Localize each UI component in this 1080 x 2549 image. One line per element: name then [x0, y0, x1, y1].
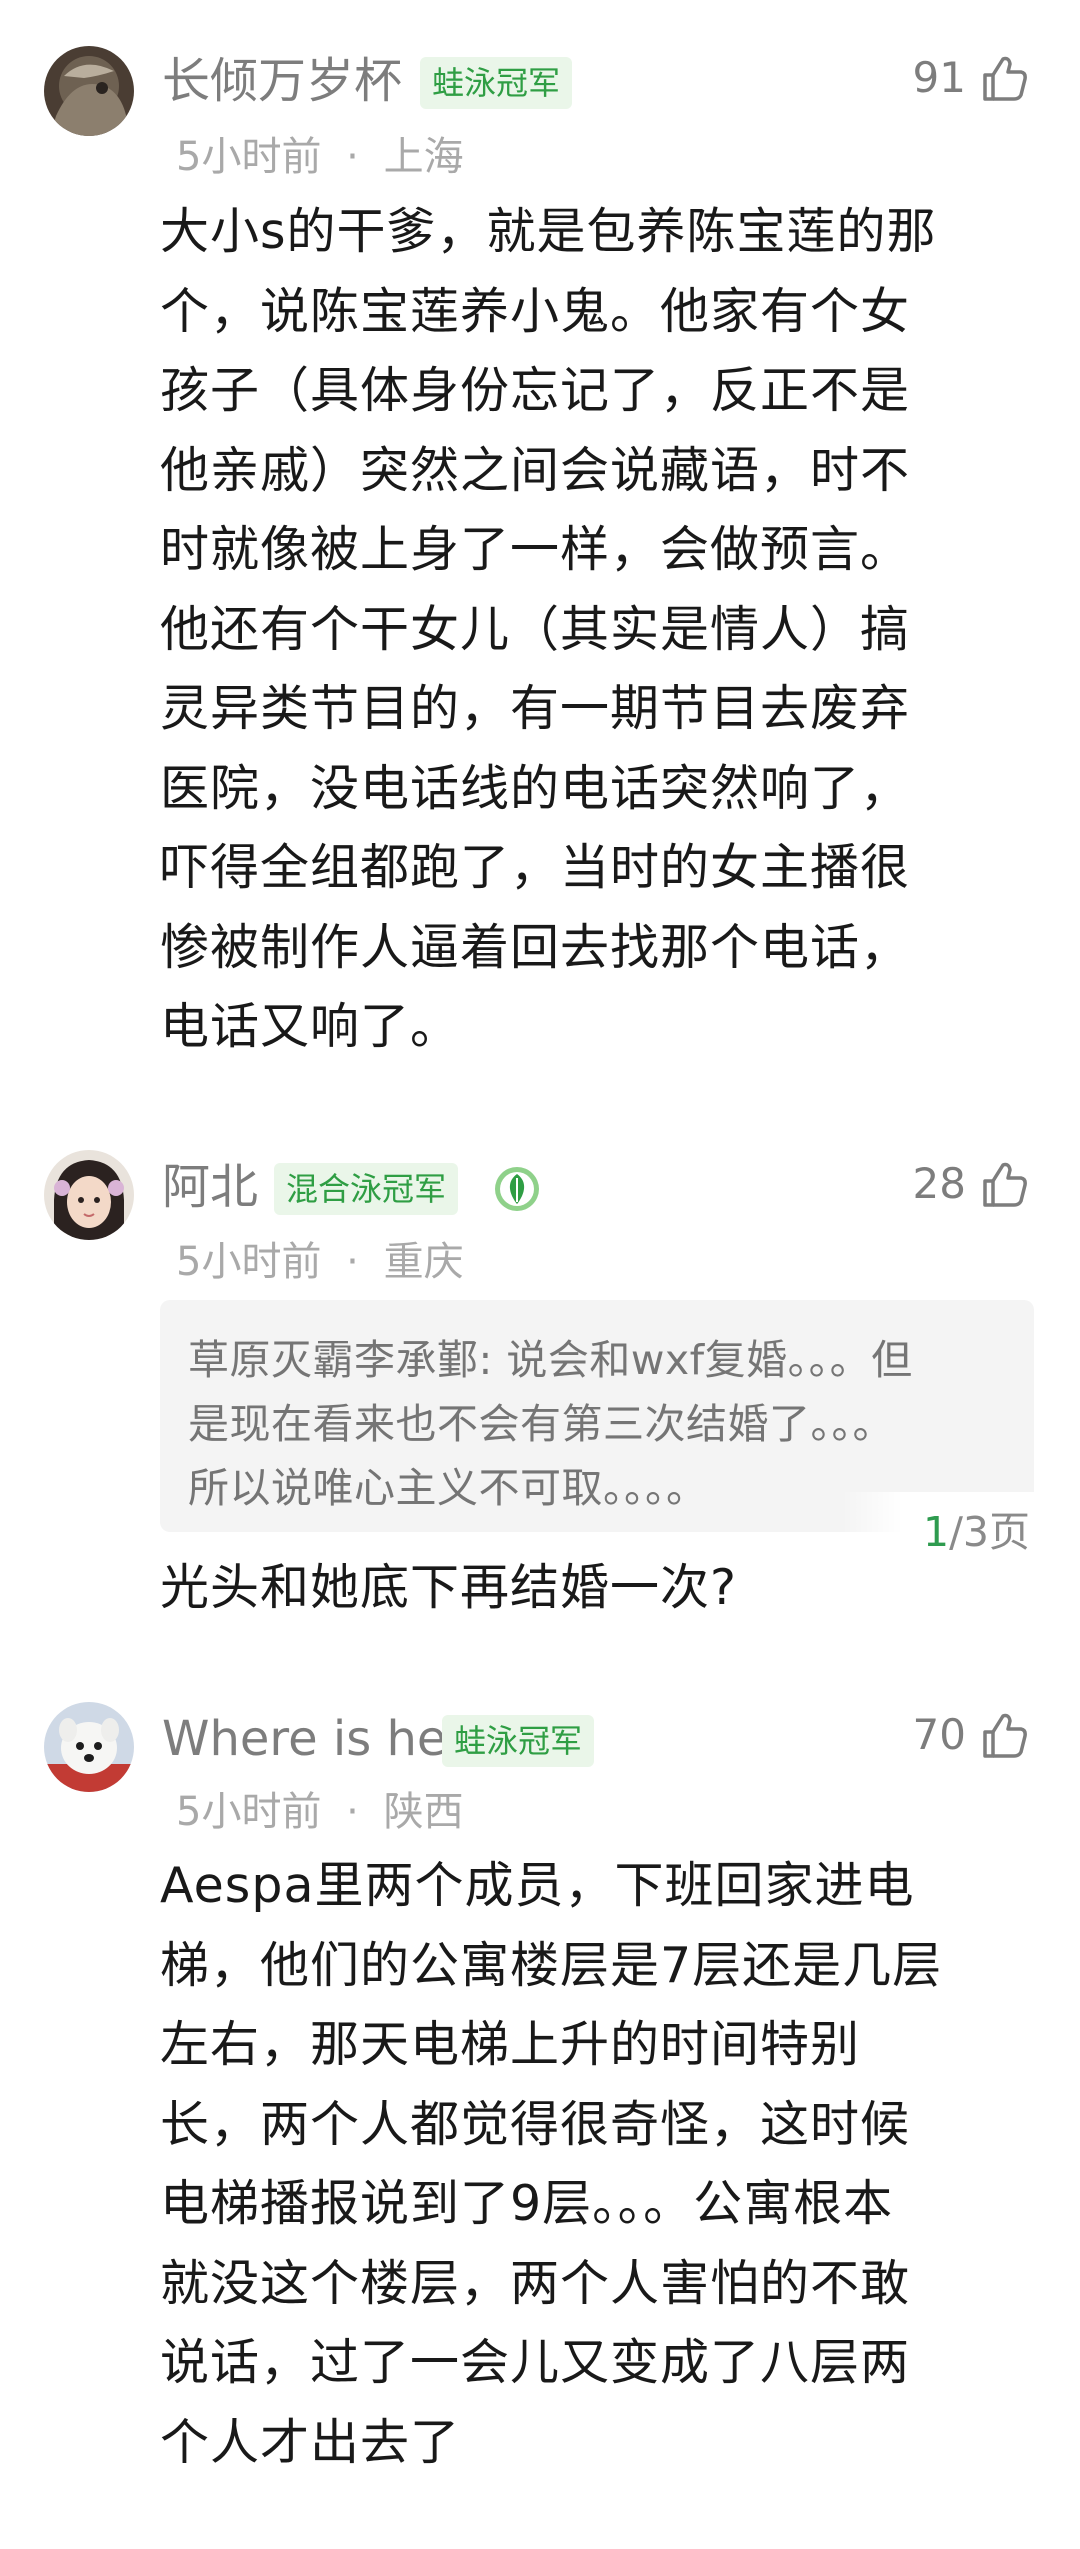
body-line: 吓得全组都跑了，当时的女主播很	[160, 839, 911, 896]
avatar[interactable]	[44, 1702, 134, 1792]
comment-time: 5小时前	[176, 1789, 322, 1835]
body-line: 孩子（具体身份忘记了，反正不是	[160, 362, 911, 419]
body-line: 他还有个干女儿（其实是情人）搞	[160, 600, 911, 658]
quote-line: 草原灭霸李承鄞: 说会和wxf复婚。。。但	[188, 1336, 913, 1384]
body-line: 左右，那天电梯上升的时间特别	[160, 2016, 861, 2073]
body-line: 长，两个人都觉得很奇怪，这时候	[160, 2095, 911, 2153]
blur-overlay	[470, 1238, 680, 1286]
comment-meta: 5小时前 · 重庆	[176, 1242, 464, 1282]
meta-separator: ·	[346, 1239, 359, 1285]
comment-location: 上海	[383, 134, 464, 180]
body-line: 个人才出去了	[160, 2413, 461, 2471]
body-line: 光头和她底下再结婚一次?	[160, 1559, 738, 1616]
meta-separator: ·	[346, 1789, 359, 1835]
like-button[interactable]: 91	[913, 51, 1030, 105]
body-line: 惨被制作人逼着回去找那个电话，	[160, 918, 911, 976]
username[interactable]: 长倾万岁杯	[162, 57, 402, 105]
meta-separator: ·	[346, 134, 359, 180]
body-line: 就没这个楼层，两个人害怕的不敢	[160, 2254, 911, 2312]
thumbs-up-icon	[983, 56, 1027, 101]
body-line: 时就像被上身了一样，会做预言。	[160, 521, 911, 578]
comment-body: Aespa里两个成员，下班回家进电 梯，他们的公寓楼层是7层还是几层 左右，那天…	[160, 1846, 1020, 2482]
comment-body: 光头和她底下再结婚一次?	[160, 1548, 1020, 1628]
body-line: 灵异类节目的，有一期节目去废弃	[160, 680, 911, 737]
body-line: 电梯播报说到了9层。。。公寓根本	[160, 2175, 894, 2232]
body-line: 医院，没电话线的电话突然响了，	[160, 759, 911, 817]
comment-time: 5小时前	[176, 134, 322, 180]
green-leaf-medal-icon	[495, 1167, 539, 1211]
body-line: 大小s的干爹，就是包养陈宝莲的那	[160, 203, 937, 260]
badge: 蛙泳冠军	[420, 57, 573, 109]
body-line: 梯，他们的公寓楼层是7层还是几层	[160, 1936, 943, 1994]
like-count: 91	[912, 53, 966, 102]
username[interactable]: Where is he	[162, 1715, 446, 1763]
quote-line: 是现在看来也不会有第三次结婚了。。。	[188, 1400, 894, 1448]
body-line: 说话，过了一会儿又变成了八层两	[160, 2334, 911, 2391]
comment-location: 陕西	[383, 1789, 464, 1835]
thumbs-up-icon	[983, 1713, 1027, 1758]
comment-feed: 长倾万岁杯 蛙泳冠军 91 5小时前 · 上海 大小s的干爹，就是包养陈宝莲的那…	[0, 0, 1080, 2549]
badge: 蛙泳冠军	[442, 1715, 595, 1767]
comment-meta: 5小时前 · 上海	[176, 137, 464, 177]
like-button[interactable]: 28	[913, 1157, 1030, 1211]
username[interactable]: 阿北	[162, 1163, 258, 1211]
body-line: Aespa里两个成员，下班回家进电	[160, 1857, 915, 1914]
like-button[interactable]: 70	[913, 1708, 1030, 1762]
body-line: 他亲戚）突然之间会说藏语，时不	[160, 441, 911, 499]
like-count: 28	[912, 1159, 966, 1208]
like-count: 70	[912, 1710, 966, 1759]
thumbs-up-icon	[983, 1162, 1027, 1207]
avatar[interactable]	[44, 1150, 134, 1240]
comment-body: 大小s的干爹，就是包养陈宝莲的那 个，说陈宝莲养小鬼。他家有个女 孩子（具体身份…	[160, 192, 1020, 1067]
comment-meta: 5小时前 · 陕西	[176, 1792, 464, 1832]
body-line: 个，说陈宝莲养小鬼。他家有个女	[160, 282, 911, 340]
badge: 混合泳冠军	[274, 1163, 459, 1215]
comment-time: 5小时前	[176, 1239, 322, 1285]
avatar[interactable]	[44, 46, 134, 136]
comment-location: 重庆	[383, 1239, 464, 1285]
body-line: 电话又响了。	[160, 998, 461, 1055]
